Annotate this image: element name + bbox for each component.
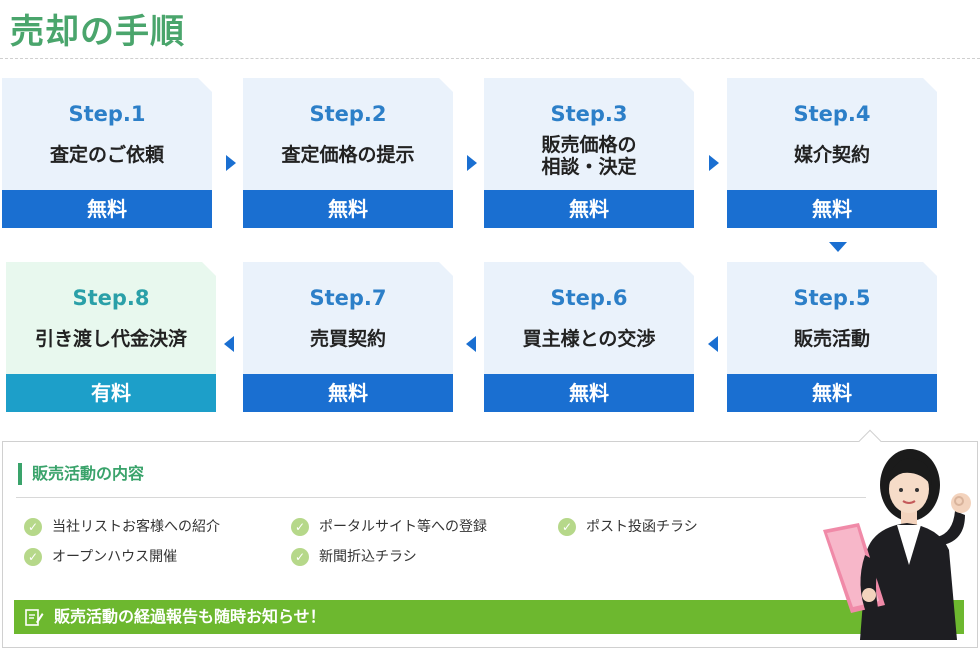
price-badge: 無料 [2,190,212,228]
title-divider [0,58,980,59]
activity-item: ✓ ポスト投函チラシ [558,517,698,537]
triangle-left-icon [708,336,718,352]
check-circle-icon: ✓ [24,548,42,566]
step-2-card: Step.2 査定価格の提示 無料 [243,78,453,228]
triangle-right-icon [467,155,477,171]
step-7-card: Step.7 売買契約 無料 [243,262,453,412]
check-circle-icon: ✓ [558,518,576,536]
step-label: 引き渡し代金決済 [34,328,187,350]
step-1-card: Step.1 査定のご依頼 無料 [2,78,212,228]
step-number: Step.4 [793,102,871,126]
activity-label: オープンハウス開催 [52,549,178,565]
check-circle-icon: ✓ [291,518,309,536]
step-number: Step.7 [309,286,387,310]
triangle-down-icon [829,242,847,252]
step-label-line: 販売価格の [541,134,637,156]
activity-label: 当社リストお客様への紹介 [52,519,220,535]
step-label: 売買契約 [309,328,386,350]
step-label: 販売価格の 相談・決定 [484,134,694,178]
activity-item: ✓ オープンハウス開催 [24,547,177,567]
panel-heading: 販売活動の内容 [18,463,144,485]
activity-item: ✓ 新聞折込チラシ [291,547,417,567]
step-3-card: Step.3 販売価格の 相談・決定 無料 [484,78,694,228]
step-label: 販売活動 [793,328,870,350]
panel-divider [16,497,866,498]
triangle-left-icon [466,336,476,352]
step-label-line: 相談・決定 [541,156,637,178]
step-number: Step.6 [550,286,628,310]
step-label: 査定のご依頼 [49,144,164,166]
memo-pencil-icon [25,609,44,626]
check-circle-icon: ✓ [291,548,309,566]
activity-label: ポータルサイト等への登録 [319,519,487,535]
step-4-card: Step.4 媒介契約 無料 [727,78,937,228]
activity-label: 新聞折込チラシ [319,549,417,565]
triangle-right-icon [709,155,719,171]
staff-person-image [823,449,971,640]
report-text: 販売活動の経過報告も随時お知らせ！ [54,607,326,626]
page-title: 売却の手順 [10,12,185,52]
price-badge: 無料 [727,190,937,228]
step-number: Step.8 [72,286,150,310]
step-number: Step.2 [309,102,387,126]
activity-item: ✓ ポータルサイト等への登録 [291,517,487,537]
price-badge: 無料 [484,190,694,228]
step-number: Step.3 [550,102,628,126]
step-label: 買主様との交渉 [522,328,656,350]
step-8-card: Step.8 引き渡し代金決済 有料 [6,262,216,412]
check-circle-icon: ✓ [24,518,42,536]
step-5-card: Step.5 販売活動 無料 [727,262,937,412]
price-badge: 無料 [243,190,453,228]
step-number: Step.1 [68,102,146,126]
price-badge: 無料 [243,374,453,412]
step-label: 媒介契約 [793,144,870,166]
triangle-right-icon [226,155,236,171]
price-badge: 有料 [6,374,216,412]
step-number: Step.5 [793,286,871,310]
price-badge: 無料 [727,374,937,412]
price-badge: 無料 [484,374,694,412]
triangle-left-icon [224,336,234,352]
activity-label: ポスト投函チラシ [586,519,698,535]
step-6-card: Step.6 買主様との交渉 無料 [484,262,694,412]
step-label: 査定価格の提示 [281,144,415,166]
activity-item: ✓ 当社リストお客様への紹介 [24,517,220,537]
